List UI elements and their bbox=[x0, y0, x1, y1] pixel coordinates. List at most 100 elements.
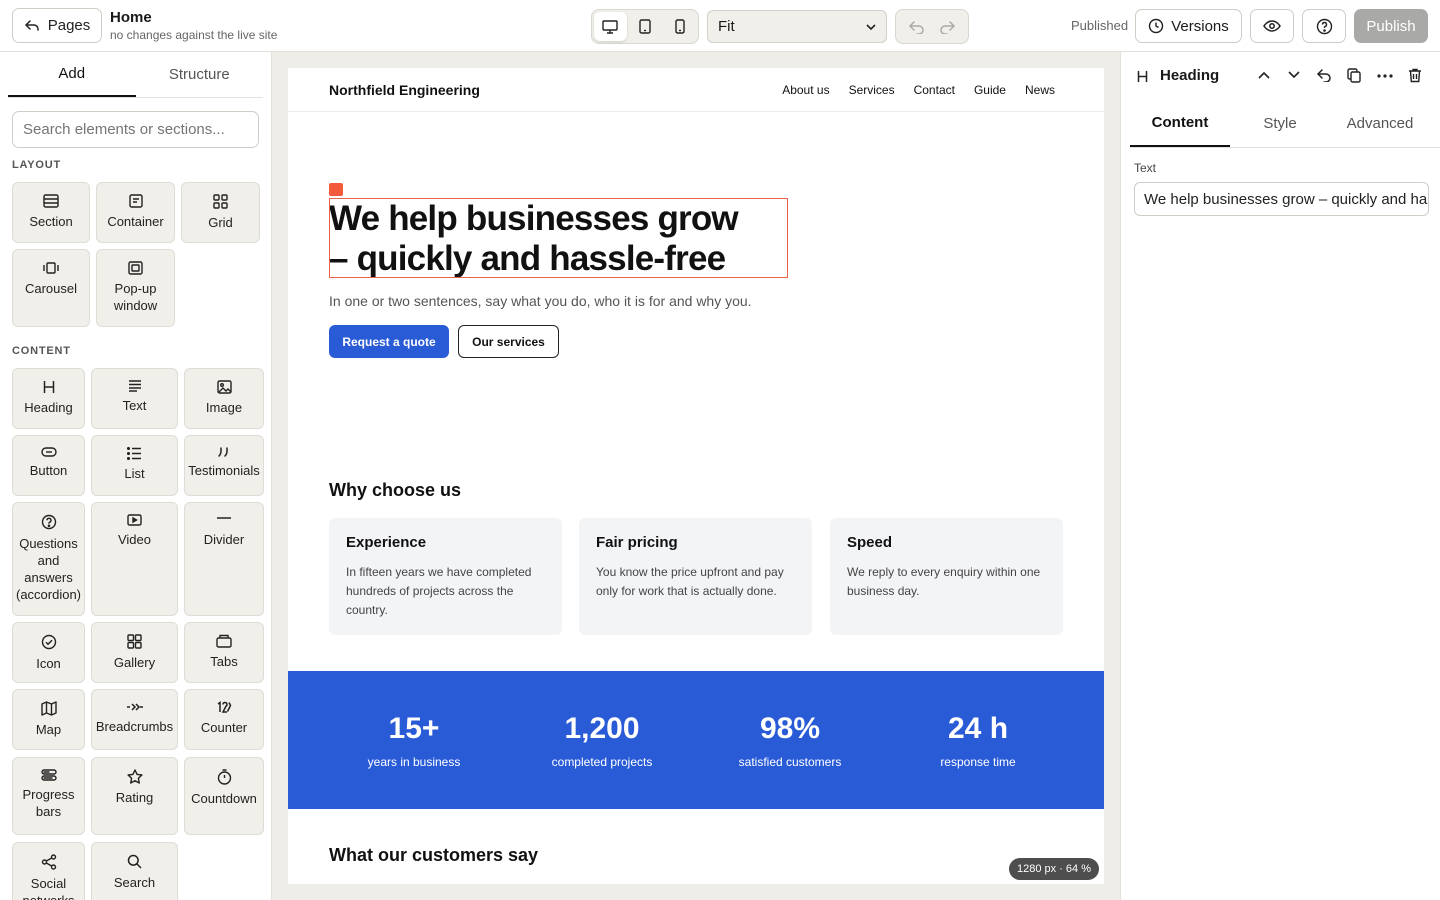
stat-item: 24 h response time bbox=[884, 709, 1072, 769]
tile-label: Search bbox=[113, 875, 156, 890]
heading-icon bbox=[43, 381, 54, 393]
tile-divider[interactable]: Divider bbox=[184, 502, 264, 616]
tab-content[interactable]: Content bbox=[1130, 100, 1230, 147]
feature-card[interactable]: Speed We reply to every enquiry within o… bbox=[830, 518, 1063, 635]
duplicate-icon[interactable] bbox=[1347, 68, 1361, 83]
customers-heading[interactable]: What our customers say bbox=[329, 845, 538, 866]
tile-label: Container bbox=[107, 214, 164, 229]
tile-label: Carousel bbox=[24, 281, 78, 296]
request-quote-button[interactable]: Request a quote bbox=[329, 325, 449, 358]
stat-label: years in business bbox=[367, 755, 461, 769]
hero-text[interactable]: In one or two sentences, say what you do… bbox=[329, 293, 752, 309]
undo-icon[interactable] bbox=[909, 20, 925, 34]
zoom-select[interactable]: Fit bbox=[707, 10, 887, 43]
tile-list[interactable]: List bbox=[91, 435, 178, 496]
nav-link-services[interactable]: Services bbox=[849, 83, 895, 97]
breadcrumbs-icon bbox=[126, 703, 143, 711]
tile-label: Heading bbox=[24, 400, 73, 415]
more-options-icon[interactable] bbox=[1377, 74, 1393, 78]
tab-add[interactable]: Add bbox=[8, 52, 136, 97]
tile-map[interactable]: Map bbox=[12, 689, 85, 750]
tile-section[interactable]: Section bbox=[12, 182, 90, 243]
help-button[interactable] bbox=[1302, 9, 1346, 43]
nav-link-news[interactable]: News bbox=[1025, 83, 1055, 97]
tile-search[interactable]: Search bbox=[91, 842, 178, 900]
tile-image[interactable]: Image bbox=[184, 368, 264, 429]
carousel-icon bbox=[43, 262, 59, 274]
image-icon bbox=[216, 380, 232, 394]
selection-handle[interactable] bbox=[329, 183, 343, 196]
chevron-down-icon[interactable] bbox=[1288, 71, 1300, 79]
site-brand[interactable]: Northfield Engineering bbox=[329, 82, 480, 98]
tab-advanced[interactable]: Advanced bbox=[1330, 100, 1430, 147]
element-search-input[interactable] bbox=[12, 111, 259, 148]
heading-text-input[interactable]: We help businesses grow – quickly and ha… bbox=[1134, 182, 1429, 216]
publish-button[interactable]: Publish bbox=[1354, 9, 1428, 43]
chevron-down-icon bbox=[866, 23, 876, 30]
tile-tabs[interactable]: Tabs bbox=[184, 622, 264, 683]
stats-section[interactable]: 15+ years in business 1,200 completed pr… bbox=[288, 671, 1104, 809]
tile-video[interactable]: Video bbox=[91, 502, 178, 616]
nav-link-contact[interactable]: Contact bbox=[914, 83, 955, 97]
desktop-icon bbox=[602, 19, 619, 34]
site-nav-links: About us Services Contact Guide News bbox=[782, 83, 1055, 97]
card-text: You know the price upfront and pay only … bbox=[596, 565, 784, 598]
tab-style[interactable]: Style bbox=[1230, 100, 1330, 147]
mobile-icon bbox=[674, 19, 685, 34]
tile-breadcrumbs[interactable]: Breadcrumbs bbox=[91, 689, 178, 750]
tablet-view-button[interactable] bbox=[629, 12, 662, 41]
star-icon bbox=[126, 769, 143, 784]
device-switcher bbox=[591, 9, 699, 44]
tile-label: Gallery bbox=[113, 655, 156, 670]
page-status-subtitle: no changes against the live site bbox=[110, 28, 278, 42]
tile-counter[interactable]: Counter bbox=[184, 689, 264, 750]
tile-rating[interactable]: Rating bbox=[91, 757, 178, 835]
tile-icon[interactable]: Icon bbox=[12, 622, 85, 683]
tile-grid[interactable]: Grid bbox=[181, 182, 260, 243]
our-services-button[interactable]: Our services bbox=[458, 325, 559, 358]
properties-header: Heading bbox=[1121, 52, 1440, 100]
tile-progress-bars[interactable]: Progress bars bbox=[12, 757, 85, 835]
feature-card[interactable]: Experience In fifteen years we have comp… bbox=[329, 518, 562, 635]
tile-accordion[interactable]: Questions and answers (accordion) bbox=[12, 502, 85, 616]
tile-heading[interactable]: Heading bbox=[12, 368, 85, 429]
tile-countdown[interactable]: Countdown bbox=[184, 757, 264, 835]
card-title: Fair pricing bbox=[596, 534, 678, 551]
why-heading[interactable]: Why choose us bbox=[329, 480, 461, 501]
stopwatch-icon bbox=[217, 769, 231, 785]
preview-button[interactable] bbox=[1250, 9, 1294, 43]
mobile-view-button[interactable] bbox=[663, 12, 696, 41]
clock-icon bbox=[1149, 18, 1164, 34]
properties-tabs: Content Style Advanced bbox=[1130, 100, 1440, 148]
stat-item: 1,200 completed projects bbox=[508, 709, 696, 769]
tile-label: Button bbox=[29, 463, 68, 478]
feature-card[interactable]: Fair pricing You know the price upfront … bbox=[579, 518, 812, 635]
site-navbar[interactable]: Northfield Engineering About us Services… bbox=[288, 68, 1104, 112]
pages-button[interactable]: Pages bbox=[12, 8, 102, 43]
tile-label: Counter bbox=[200, 720, 248, 735]
quote-icon bbox=[218, 447, 228, 457]
tab-structure[interactable]: Structure bbox=[136, 52, 264, 97]
content-section-label: CONTENT bbox=[12, 345, 71, 357]
desktop-view-button[interactable] bbox=[594, 12, 627, 41]
tile-popup[interactable]: Pop-up window bbox=[96, 249, 175, 327]
redo-icon[interactable] bbox=[939, 20, 955, 34]
versions-button[interactable]: Versions bbox=[1135, 9, 1242, 43]
back-arrow-icon bbox=[24, 19, 39, 31]
tile-button[interactable]: Button bbox=[12, 435, 85, 496]
tile-testimonials[interactable]: Testimonials bbox=[184, 435, 264, 496]
page-title: Home bbox=[110, 9, 152, 26]
tile-label: Map bbox=[35, 722, 62, 737]
tile-social-networks[interactable]: Social networks bbox=[12, 842, 85, 900]
chevron-up-icon[interactable] bbox=[1258, 71, 1270, 79]
versions-label: Versions bbox=[1171, 17, 1229, 35]
tile-carousel[interactable]: Carousel bbox=[12, 249, 90, 327]
nav-link-guide[interactable]: Guide bbox=[974, 83, 1006, 97]
trash-icon[interactable] bbox=[1408, 68, 1422, 83]
nav-link-about[interactable]: About us bbox=[782, 83, 829, 97]
publish-status: Published bbox=[1071, 18, 1129, 33]
tile-container[interactable]: Container bbox=[96, 182, 175, 243]
tile-text[interactable]: Text bbox=[91, 368, 178, 429]
tile-gallery[interactable]: Gallery bbox=[91, 622, 178, 683]
reset-icon[interactable] bbox=[1317, 68, 1332, 82]
